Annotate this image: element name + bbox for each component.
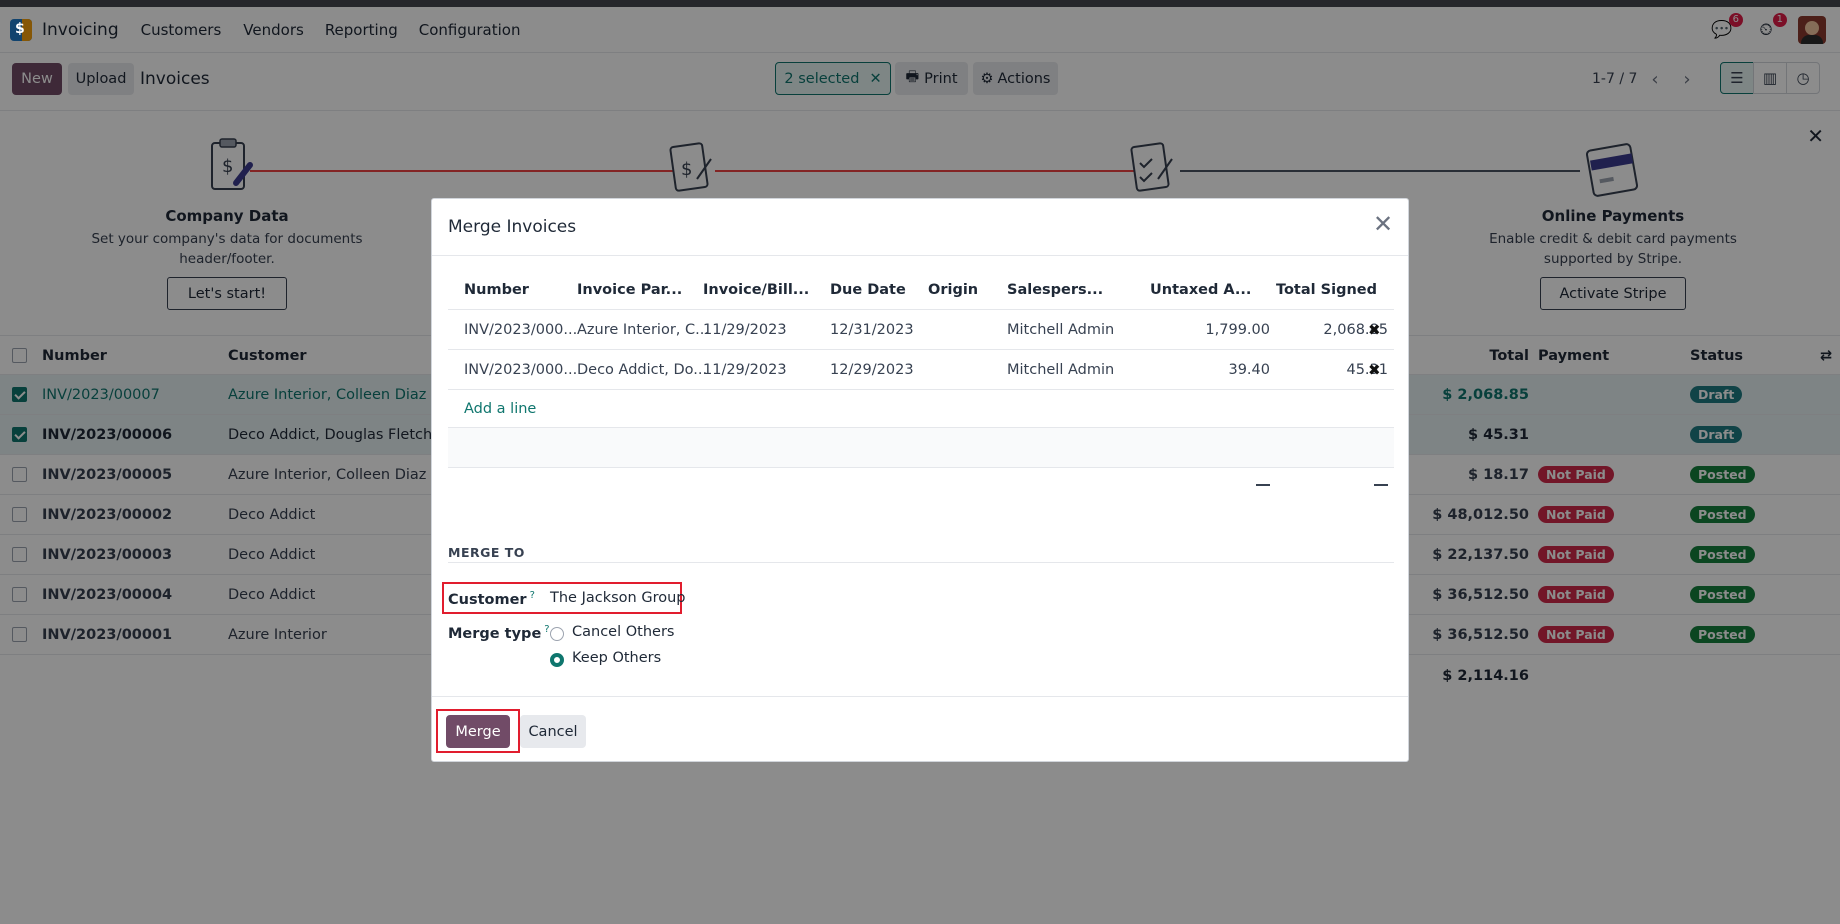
table-footer	[448, 468, 1394, 498]
column-total-signed[interactable]: Total Signed	[1276, 270, 1377, 309]
table-header: Number Invoice Par... Invoice/Bill... Du…	[448, 270, 1394, 310]
customer-label-text: Customer	[448, 591, 527, 608]
merge-button[interactable]: Merge	[446, 715, 510, 748]
cell-due-date: 12/29/2023	[830, 361, 914, 378]
total-sum-dash	[1374, 484, 1388, 486]
cell-salesperson: Mitchell Admin	[1007, 321, 1115, 338]
cancel-others-label[interactable]: Cancel Others	[572, 624, 674, 640]
help-icon[interactable]: ?	[530, 590, 535, 601]
modal-title: Merge Invoices	[448, 217, 577, 237]
column-salesperson[interactable]: Salespers...	[1007, 270, 1103, 309]
keep-others-radio[interactable]	[550, 653, 564, 667]
cancel-button[interactable]: Cancel	[520, 715, 586, 748]
add-line-link[interactable]: Add a line	[464, 390, 536, 427]
delete-row-icon[interactable]: ✖	[1368, 310, 1381, 349]
add-line-row: Add a line	[448, 390, 1394, 428]
help-icon[interactable]: ?	[544, 624, 549, 635]
column-partner[interactable]: Invoice Par...	[577, 270, 682, 309]
customer-field[interactable]: The Jackson Group	[550, 590, 685, 606]
cell-number: INV/2023/000...	[464, 321, 578, 338]
column-number[interactable]: Number	[464, 270, 529, 309]
keep-others-label[interactable]: Keep Others	[572, 650, 661, 666]
cell-partner: Azure Interior, C...	[577, 321, 709, 338]
empty-row	[448, 428, 1394, 468]
column-origin[interactable]: Origin	[928, 270, 978, 309]
delete-row-icon[interactable]: ✖	[1368, 350, 1381, 389]
merge-invoices-dialog: Merge Invoices ✕ Number Invoice Par... I…	[431, 198, 1409, 762]
cell-salesperson: Mitchell Admin	[1007, 361, 1115, 378]
cell-invoice-date: 11/29/2023	[703, 361, 787, 378]
column-untaxed[interactable]: Untaxed A...	[1150, 270, 1251, 309]
merge-to-section-label: MERGE TO	[448, 545, 1394, 563]
cell-due-date: 12/31/2023	[830, 321, 914, 338]
column-invoice-date[interactable]: Invoice/Bill...	[703, 270, 809, 309]
table-row[interactable]: INV/2023/000... Azure Interior, C... 11/…	[448, 310, 1394, 350]
close-icon[interactable]: ✕	[1368, 209, 1398, 239]
merge-type-label: Merge type?	[448, 624, 550, 642]
modal-header: Merge Invoices ✕	[432, 199, 1408, 256]
untaxed-sum-dash	[1256, 484, 1270, 486]
cell-number: INV/2023/000...	[464, 361, 578, 378]
table-row[interactable]: INV/2023/000... Deco Addict, Do... 11/29…	[448, 350, 1394, 390]
cancel-others-radio[interactable]	[550, 627, 564, 641]
merge-type-label-text: Merge type	[448, 625, 542, 642]
cell-partner: Deco Addict, Do...	[577, 361, 708, 378]
cell-untaxed: 39.40	[1228, 361, 1270, 378]
cell-untaxed: 1,799.00	[1205, 321, 1270, 338]
invoices-table: Number Invoice Par... Invoice/Bill... Du…	[448, 270, 1394, 498]
cell-invoice-date: 11/29/2023	[703, 321, 787, 338]
column-due-date[interactable]: Due Date	[830, 270, 906, 309]
customer-label: Customer?	[448, 590, 535, 608]
